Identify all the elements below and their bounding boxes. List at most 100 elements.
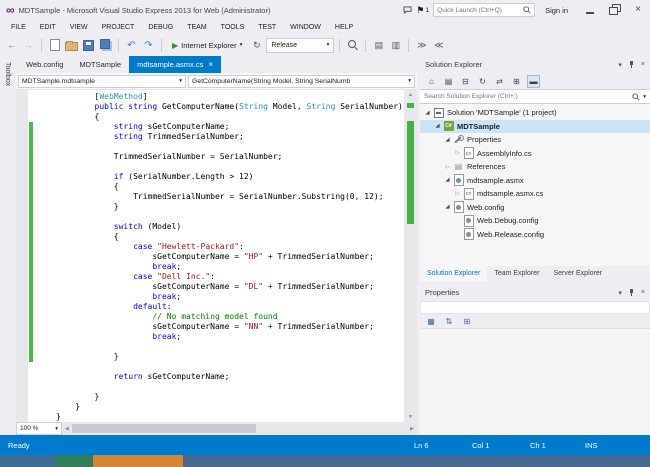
tree-item-solution-mdtsample-1-project[interactable]: ◢Solution 'MDTSample' (1 project) <box>420 106 650 120</box>
comment-selection-icon[interactable]: ▤ <box>371 38 386 53</box>
navigate-backward-icon[interactable]: ← <box>4 38 19 53</box>
taskbar-segment[interactable] <box>183 455 650 467</box>
expanded-arrow-icon[interactable]: ◢ <box>443 137 452 143</box>
close-icon[interactable]: × <box>641 61 645 68</box>
scroll-down-icon[interactable]: ▼ <box>408 412 413 422</box>
open-file-icon[interactable] <box>64 38 79 53</box>
new-file-icon[interactable] <box>47 38 62 53</box>
chevron-down-icon[interactable]: ▾ <box>643 94 646 100</box>
properties-object-dropdown[interactable] <box>420 301 650 314</box>
expanded-arrow-icon[interactable]: ◢ <box>443 204 452 210</box>
save-icon[interactable] <box>81 38 96 53</box>
window-position-icon[interactable]: ▾ <box>618 61 622 69</box>
preview-selected-items-icon[interactable]: ▬ <box>527 75 540 88</box>
menu-tools[interactable]: TOOLS <box>214 24 252 31</box>
tree-item-mdtsample[interactable]: ◢MDTSample <box>420 120 650 134</box>
expanded-arrow-icon[interactable]: ◢ <box>443 177 452 183</box>
zoom-dropdown[interactable]: 100 % ▾ <box>16 422 62 435</box>
scroll-left-icon[interactable]: ◀ <box>62 426 72 432</box>
windows-taskbar[interactable] <box>0 455 650 467</box>
outdent-icon[interactable]: ≪ <box>431 38 446 53</box>
alphabetical-icon[interactable]: ⇅ <box>443 315 455 327</box>
collapsed-arrow-icon[interactable]: ▷ <box>443 164 452 170</box>
taskbar-segment[interactable] <box>93 455 183 467</box>
collapsed-arrow-icon[interactable]: ▷ <box>453 150 462 156</box>
save-all-icon[interactable] <box>98 38 113 53</box>
tree-item-web-debug-config[interactable]: Web.Debug.config <box>420 214 650 228</box>
sync-with-active-document-icon[interactable]: ⇄ <box>493 75 506 88</box>
uncomment-selection-icon[interactable]: ▥ <box>388 38 403 53</box>
solution-search-input[interactable] <box>424 93 629 100</box>
property-pages-icon[interactable]: ⊞ <box>461 315 473 327</box>
menu-view[interactable]: VIEW <box>63 24 95 31</box>
taskbar-segment[interactable] <box>55 455 93 467</box>
menu-project[interactable]: PROJECT <box>95 24 142 31</box>
menu-edit[interactable]: EDIT <box>33 24 63 31</box>
start-debug-button[interactable]: ▶ Internet Explorer ▾ <box>167 37 247 54</box>
panel-tab-team-explorer[interactable]: Team Explorer <box>487 266 546 281</box>
menu-file[interactable]: FILE <box>4 24 33 31</box>
change-tracking-bar <box>29 412 33 422</box>
redo-icon[interactable]: ↷ <box>141 38 156 53</box>
tab-mdtsample[interactable]: MDTSample <box>71 56 129 73</box>
menu-team[interactable]: TEAM <box>180 24 213 31</box>
quick-launch-input[interactable] <box>437 7 521 14</box>
restore-button[interactable] <box>602 0 626 19</box>
menu-test[interactable]: TEST <box>251 24 283 31</box>
home-icon[interactable]: ⌂ <box>425 75 438 88</box>
editor-vertical-scrollbar[interactable]: ▲ ▼ <box>404 90 417 422</box>
close-icon[interactable]: × <box>208 61 213 69</box>
tree-item-web-config[interactable]: ◢Web.config <box>420 201 650 215</box>
tree-item-references[interactable]: ▷References <box>420 160 650 174</box>
panel-tab-server-explorer[interactable]: Server Explorer <box>546 266 609 281</box>
code-editor[interactable]: [WebMethod] public string GetComputerNam… <box>16 90 404 422</box>
expanded-arrow-icon[interactable]: ◢ <box>433 123 442 129</box>
toolbox-tab[interactable]: Toolbox <box>0 56 16 435</box>
pin-icon[interactable] <box>628 288 635 297</box>
tree-item-assemblyinfo-cs[interactable]: ▷AssemblyInfo.cs <box>420 147 650 161</box>
browser-refresh-icon[interactable]: ↻ <box>249 38 264 53</box>
show-all-files-icon[interactable]: ▤ <box>442 75 455 88</box>
tree-item-properties[interactable]: ◢Properties <box>420 133 650 147</box>
undo-icon[interactable]: ↶ <box>124 38 139 53</box>
close-icon[interactable]: × <box>641 289 645 296</box>
code-line <box>16 142 404 152</box>
menu-debug[interactable]: DEBUG <box>141 24 180 31</box>
feedback-icon[interactable] <box>403 6 412 14</box>
menu-window[interactable]: WINDOW <box>283 24 328 31</box>
collapse-all-icon[interactable]: ⊟ <box>459 75 472 88</box>
sign-in-link[interactable]: Sign in <box>545 6 568 15</box>
navigate-forward-icon[interactable]: → <box>21 38 36 53</box>
taskbar-segment[interactable] <box>0 455 55 467</box>
indent-icon[interactable]: ≫ <box>414 38 429 53</box>
minimize-button[interactable] <box>578 0 602 19</box>
tree-item-mdtsample-asmx-cs[interactable]: ▷mdtsample.asmx.cs <box>420 187 650 201</box>
solution-configuration-dropdown[interactable]: Release ▾ <box>266 38 334 53</box>
window-position-icon[interactable]: ▾ <box>618 289 622 297</box>
solution-explorer-search[interactable]: ▾ <box>420 89 650 104</box>
pin-icon[interactable] <box>628 60 635 69</box>
scroll-right-icon[interactable]: ▶ <box>407 426 417 432</box>
tab-mdtsample-asmx-cs[interactable]: mdtsample.asmx.cs× <box>129 56 221 73</box>
close-button[interactable]: × <box>626 0 650 19</box>
tree-item-web-release-config[interactable]: Web.Release.config <box>420 228 650 242</box>
panel-tab-solution-explorer[interactable]: Solution Explorer <box>420 266 487 281</box>
scrollbar-track[interactable] <box>72 422 407 435</box>
editor-horizontal-scrollbar[interactable]: ◀ ▶ <box>62 422 417 435</box>
scrollbar-thumb[interactable] <box>72 424 256 433</box>
tree-item-mdtsample-asmx[interactable]: ◢mdtsample.asmx <box>420 174 650 188</box>
menu-help[interactable]: HELP <box>328 24 360 31</box>
type-dropdown[interactable]: MDTSample.mdtsample ▾ <box>18 75 186 88</box>
collapsed-arrow-icon[interactable]: ▷ <box>453 191 462 197</box>
expanded-arrow-icon[interactable]: ◢ <box>423 110 432 116</box>
find-icon[interactable] <box>345 38 360 53</box>
chevron-down-icon[interactable]: ▾ <box>240 42 243 48</box>
properties-icon[interactable]: ⊞ <box>510 75 523 88</box>
notifications-flag-icon[interactable]: ⚑1 <box>416 5 429 16</box>
categorized-icon[interactable]: ▦ <box>425 315 437 327</box>
scroll-up-icon[interactable]: ▲ <box>408 90 413 100</box>
tab-web-config[interactable]: Web.config <box>18 56 71 73</box>
quick-launch-box[interactable] <box>433 3 535 17</box>
member-dropdown[interactable]: GetComputerName(String Model, String Ser… <box>188 75 415 88</box>
refresh-icon[interactable]: ↻ <box>476 75 489 88</box>
